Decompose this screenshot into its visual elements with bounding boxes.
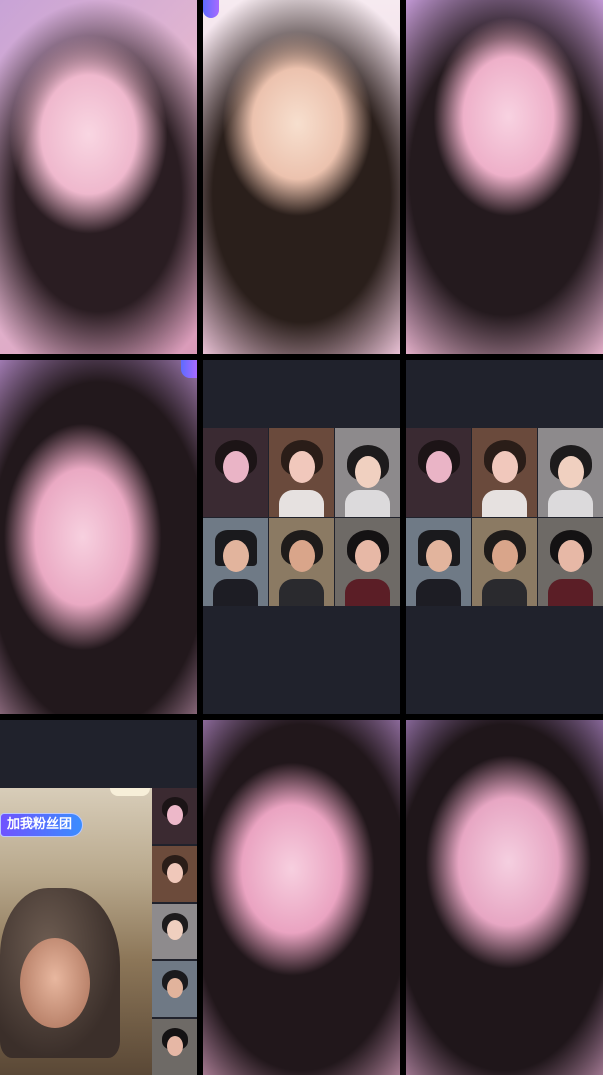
stream-card-6-multi-guest[interactable] — [406, 360, 603, 714]
guest-column — [152, 788, 197, 1075]
stream-card-8[interactable] — [203, 720, 400, 1075]
guest-tile[interactable] — [406, 428, 471, 517]
stream-thumbnail — [406, 0, 603, 354]
guest-mini-tile[interactable] — [152, 961, 197, 1018]
guest-tile[interactable] — [472, 517, 537, 606]
stream-thumbnail — [0, 0, 197, 354]
guest-mini-tile[interactable] — [152, 845, 197, 902]
guest-tile[interactable] — [538, 428, 603, 517]
multi-guest-grid — [406, 428, 603, 606]
stream-thumbnail — [406, 720, 603, 1075]
guest-tile[interactable] — [335, 517, 400, 606]
stream-thumbnail — [203, 720, 400, 1075]
stream-card-2[interactable] — [203, 0, 400, 354]
stream-card-3[interactable] — [406, 0, 603, 354]
stream-card-4[interactable] — [0, 360, 197, 714]
guest-tile[interactable] — [203, 517, 268, 606]
top-badge — [203, 0, 219, 18]
host-face — [20, 938, 90, 1028]
guest-tile[interactable] — [203, 428, 268, 517]
fan-club-badge[interactable]: 加我粉丝团 — [0, 813, 84, 837]
stream-card-1[interactable] — [0, 0, 197, 354]
stream-card-7-fan-club[interactable]: 加我粉丝团 — [0, 720, 197, 1075]
top-badge — [181, 360, 197, 378]
stream-card-9[interactable] — [406, 720, 603, 1075]
stream-thumbnail — [203, 0, 400, 354]
ceiling-lamp — [110, 788, 150, 796]
stream-card-5-multi-guest[interactable] — [203, 360, 400, 714]
guest-mini-tile[interactable] — [152, 903, 197, 960]
guest-tile[interactable] — [269, 517, 334, 606]
guest-tile[interactable] — [269, 428, 334, 517]
guest-tile[interactable] — [406, 517, 471, 606]
live-stream-grid: 加我粉丝团 — [0, 0, 603, 1075]
multi-guest-grid — [203, 428, 400, 606]
guest-mini-tile[interactable] — [152, 1019, 197, 1075]
stream-thumbnail — [0, 360, 197, 714]
guest-tile[interactable] — [472, 428, 537, 517]
guest-tile[interactable] — [538, 517, 603, 606]
guest-tile[interactable] — [335, 428, 400, 517]
guest-mini-tile[interactable] — [152, 788, 197, 844]
